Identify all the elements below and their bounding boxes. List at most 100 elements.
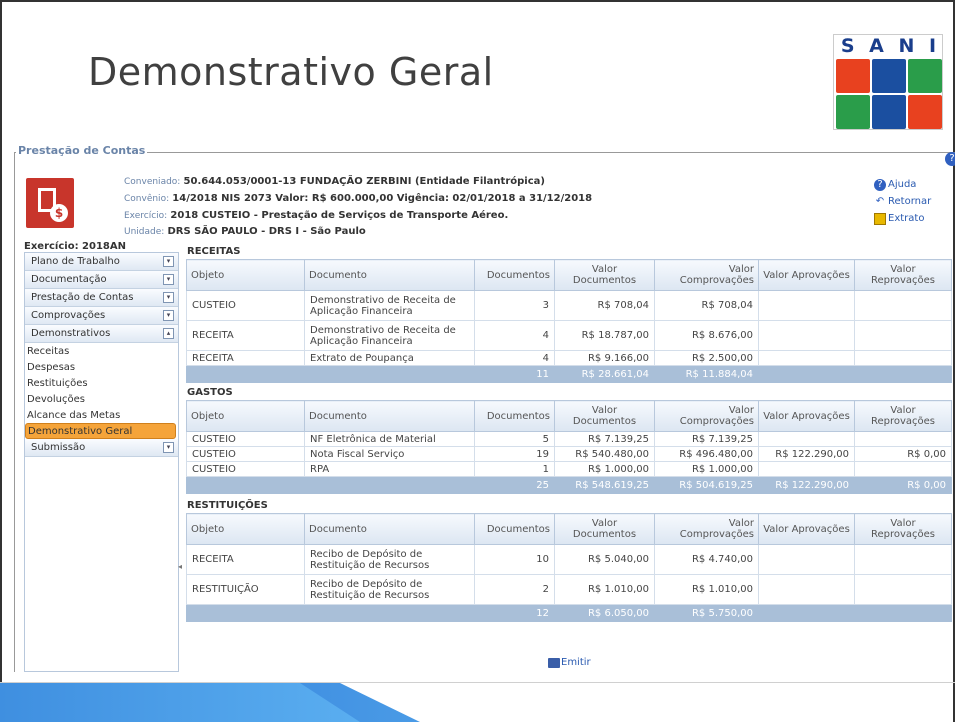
table-cell: CUSTEIO	[186, 446, 305, 462]
table-cell: RECEITA	[186, 350, 305, 366]
sani-logo-tiles	[836, 59, 942, 129]
sidebar-subitem-demonstrativo-geral[interactable]: Demonstrativo Geral	[25, 423, 176, 439]
table-cell: R$ 0,00	[854, 446, 952, 462]
receitas-section: RECEITAS Objeto Documento Documentos Valor D…	[182, 244, 955, 383]
column-header[interactable]: Documentos	[474, 513, 555, 545]
column-header[interactable]: Valor Aprovações	[758, 259, 855, 291]
column-header[interactable]: Valor Aprovações	[758, 513, 855, 545]
column-header[interactable]: Valor Reprovações	[854, 400, 952, 432]
table-cell: Demonstrativo de Receita de Aplicação Fi…	[304, 290, 475, 321]
table-row: CUSTEIO RPA 1 R$ 1.000,00 R$ 1.000,00	[186, 461, 952, 477]
retornar-link[interactable]: ↶ Retornar	[874, 193, 931, 210]
column-header[interactable]: Documento	[304, 400, 475, 432]
sidebar-subitem-despesas[interactable]: Despesas	[25, 359, 178, 375]
sidebar-item-submissao[interactable]: Submissão ▾	[25, 439, 178, 457]
unidade-label: Unidade:	[124, 227, 165, 237]
financial-document-icon: $	[26, 178, 74, 228]
sidebar-item-documentacao[interactable]: Documentação ▾	[25, 271, 178, 289]
restituicoes-table: Objeto Documento Documentos Valor Documento…	[186, 513, 952, 622]
table-cell	[758, 350, 855, 366]
total-cell: R$ 548.619,25	[554, 476, 655, 494]
total-cell: R$ 122.290,00	[758, 476, 855, 494]
sidebar-item-label: Plano de Trabalho	[31, 256, 120, 267]
column-header[interactable]: Valor Aprovações	[758, 400, 855, 432]
medical-bag-icon	[872, 59, 906, 93]
total-cell: R$ 0,00	[854, 476, 952, 494]
sidebar-item-comprovacoes[interactable]: Comprovações ▾	[25, 307, 178, 325]
column-header[interactable]: Documentos	[474, 259, 555, 291]
sidebar-item-label: Demonstrativos	[31, 328, 111, 339]
expand-toggle-icon[interactable]: ▾	[163, 442, 174, 453]
table-cell: R$ 8.676,00	[654, 320, 759, 351]
slide-decoration-band-highlight	[0, 683, 360, 722]
side-links: ? Ajuda ↶ Retornar Extrato	[874, 176, 931, 227]
table-cell: Nota Fiscal Serviço	[304, 446, 475, 462]
ajuda-link[interactable]: ? Ajuda	[874, 176, 931, 193]
help-edge-icon[interactable]: ?	[945, 152, 955, 166]
table-cell	[854, 461, 952, 477]
section-title: GASTOS	[187, 387, 233, 398]
section-title: RECEITAS	[187, 246, 241, 257]
sidebar-item-prestacao-de-contas[interactable]: Prestação de Contas ▾	[25, 289, 178, 307]
column-header[interactable]: Objeto	[186, 400, 305, 432]
total-cell	[854, 365, 952, 383]
table-cell	[758, 544, 855, 575]
table-cell: 10	[474, 544, 555, 575]
column-header[interactable]: Documento	[304, 259, 475, 291]
column-header[interactable]: Objeto	[186, 513, 305, 545]
table-cell: R$ 708,04	[554, 290, 655, 321]
column-header[interactable]: Documentos	[474, 400, 555, 432]
table-cell: R$ 1.000,00	[554, 461, 655, 477]
emitir-button[interactable]: Emitir	[548, 657, 591, 668]
table-cell: R$ 708,04	[654, 290, 759, 321]
sidebar-subitem-receitas[interactable]: Receitas	[25, 343, 178, 359]
table-cell: 4	[474, 350, 555, 366]
exercicio-label: Exercício:	[124, 211, 168, 221]
collapse-toggle-icon[interactable]: ▴	[163, 328, 174, 339]
extrato-icon	[874, 212, 886, 225]
total-cell: 25	[474, 476, 555, 494]
sidebar-item-demonstrativos[interactable]: Demonstrativos ▴	[25, 325, 178, 343]
table-header-row: Objeto Documento Documentos Valor Documento…	[186, 513, 952, 545]
table-cell: R$ 4.740,00	[654, 544, 759, 575]
table-total-row: 25 R$ 548.619,25 R$ 504.619,25 R$ 122.290,0…	[186, 476, 952, 494]
table-cell: CUSTEIO	[186, 461, 305, 477]
column-header[interactable]: Valor Documentos	[554, 259, 655, 291]
sidebar-subitem-devolucoes[interactable]: Devoluções	[25, 391, 178, 407]
table-cell: R$ 2.500,00	[654, 350, 759, 366]
table-cell: RPA	[304, 461, 475, 477]
column-header[interactable]: Valor Comprovações	[654, 400, 759, 432]
column-header[interactable]: Valor Comprovações	[654, 513, 759, 545]
expand-toggle-icon[interactable]: ▾	[163, 274, 174, 285]
table-cell: R$ 5.040,00	[554, 544, 655, 575]
column-header[interactable]: Valor Documentos	[554, 400, 655, 432]
column-header[interactable]: Documento	[304, 513, 475, 545]
column-header[interactable]: Valor Reprovações	[854, 259, 952, 291]
table-row: CUSTEIO Nota Fiscal Serviço 19 R$ 540.480,0…	[186, 446, 952, 462]
column-header[interactable]: Valor Reprovações	[854, 513, 952, 545]
extrato-link[interactable]: Extrato	[874, 210, 931, 227]
table-cell: Demonstrativo de Receita de Aplicação Fi…	[304, 320, 475, 351]
expand-toggle-icon[interactable]: ▾	[163, 310, 174, 321]
column-header[interactable]: Valor Comprovações	[654, 259, 759, 291]
main-content: RECEITAS Objeto Documento Documentos Valor D…	[182, 244, 955, 622]
exercicio-value: 2018 CUSTEIO - Prestação de Serviços de …	[170, 210, 509, 221]
column-header[interactable]: Valor Documentos	[554, 513, 655, 545]
logo-letter: N	[898, 35, 916, 57]
sidebar-item-label: Submissão	[31, 442, 86, 453]
expand-toggle-icon[interactable]: ▾	[163, 292, 174, 303]
sidebar-subitem-restituicoes[interactable]: Restituições	[25, 375, 178, 391]
retornar-label: Retornar	[888, 196, 932, 207]
logo-letter: A	[869, 35, 885, 57]
expand-toggle-icon[interactable]: ▾	[163, 256, 174, 267]
table-row: CUSTEIO Demonstrativo de Receita de Aplic…	[186, 290, 952, 321]
table-cell	[854, 431, 952, 447]
sidebar-item-plano-de-trabalho[interactable]: Plano de Trabalho ▾	[25, 253, 178, 271]
unidade-line: Unidade: DRS SÃO PAULO - DRS I - São Pau…	[124, 226, 366, 237]
clipboard-icon	[836, 95, 870, 129]
table-cell	[854, 544, 952, 575]
table-cell: R$ 122.290,00	[758, 446, 855, 462]
column-header[interactable]: Objeto	[186, 259, 305, 291]
sidebar-subitem-alcance-das-metas[interactable]: Alcance das Metas	[25, 407, 178, 423]
total-cell	[186, 604, 305, 622]
